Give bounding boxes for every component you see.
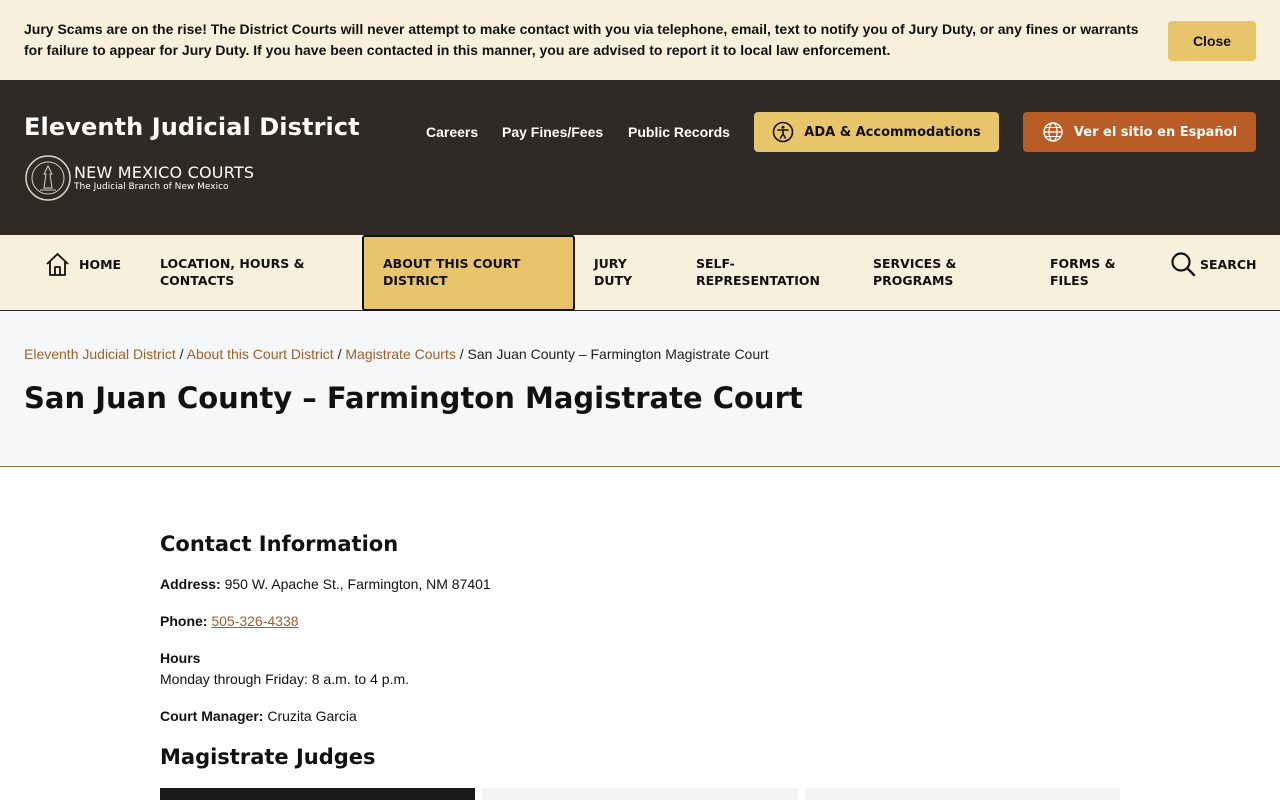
- nav-label-line: ABOUT THIS COURT: [383, 256, 521, 271]
- nav-label-line: CONTACTS: [160, 273, 235, 288]
- breadcrumb: Eleventh Judicial District / About this …: [24, 346, 769, 362]
- spanish-site-button[interactable]: Ver el sitio en Español: [1023, 112, 1256, 152]
- ada-label: ADA & Accommodations: [804, 124, 981, 140]
- breadcrumb-current: San Juan County – Farmington Magistrate …: [467, 346, 769, 362]
- ada-accommodations-button[interactable]: ADA & Accommodations: [754, 112, 999, 152]
- judge-card-photo[interactable]: [160, 788, 475, 800]
- accessibility-icon: [772, 121, 794, 143]
- search-button[interactable]: SEARCH: [1170, 251, 1256, 277]
- search-label: SEARCH: [1200, 256, 1257, 272]
- contact-heading: Contact Information: [160, 532, 399, 556]
- nav-forms-files[interactable]: FORMS & FILES: [1050, 255, 1116, 289]
- phone-label: Phone:: [160, 613, 208, 629]
- court-manager-line: Court Manager: Cruzita Garcia: [160, 706, 357, 727]
- breadcrumb-separator: /: [175, 346, 187, 362]
- nav-label-line: FILES: [1050, 273, 1089, 288]
- page-title: San Juan County – Farmington Magistrate …: [24, 381, 803, 415]
- nav-label-line: DISTRICT: [383, 273, 448, 288]
- nav-home[interactable]: HOME: [44, 251, 121, 278]
- hours-value: Monday through Friday: 8 a.m. to 4 p.m.: [160, 671, 410, 687]
- search-icon: [1171, 252, 1196, 277]
- judge-card[interactable]: [482, 788, 798, 800]
- globe-icon: [1043, 122, 1063, 142]
- address-value: 950 W. Apache St., Farmington, NM 87401: [220, 576, 491, 592]
- nav-label-line: REPRESENTATION: [696, 273, 821, 288]
- nav-label-line: SERVICES &: [873, 256, 957, 271]
- judge-card[interactable]: [805, 788, 1120, 800]
- address-label: Address:: [160, 576, 221, 592]
- breadcrumb-link-magistrate[interactable]: Magistrate Courts: [345, 346, 455, 362]
- home-icon: [46, 253, 69, 276]
- jury-scam-alert: Jury Scams are on the rise! The District…: [0, 0, 1280, 80]
- close-alert-button[interactable]: Close: [1168, 21, 1256, 61]
- nav-label-line: PROGRAMS: [873, 273, 954, 288]
- court-seal-icon: [25, 155, 71, 201]
- careers-link[interactable]: Careers: [426, 124, 478, 140]
- nav-label-line: LOCATION, HOURS &: [160, 256, 305, 271]
- hours-block: Hours Monday through Friday: 8 a.m. to 4…: [160, 648, 409, 690]
- address-line: Address: 950 W. Apache St., Farmington, …: [160, 574, 491, 595]
- nav-label-line: FORMS &: [1050, 256, 1116, 271]
- alert-message: Jury Scams are on the rise! The District…: [24, 21, 1139, 58]
- nav-label-line: JURY: [594, 256, 627, 271]
- nav-about-court-district[interactable]: ABOUT THIS COURT DISTRICT: [362, 235, 575, 311]
- manager-value: Cruzita Garcia: [263, 708, 357, 724]
- magistrate-judges-heading: Magistrate Judges: [160, 745, 376, 769]
- site-header: Eleventh Judicial District NEW MEXICO CO…: [0, 80, 1280, 235]
- breadcrumb-separator: /: [455, 346, 468, 362]
- breadcrumb-separator: /: [333, 346, 346, 362]
- nav-home-label: HOME: [79, 257, 122, 272]
- page-header: Eleventh Judicial District / About this …: [0, 311, 1280, 467]
- public-records-link[interactable]: Public Records: [628, 124, 730, 140]
- nav-location-hours-contacts[interactable]: LOCATION, HOURS & CONTACTS: [160, 255, 305, 289]
- phone-line: Phone: 505-326-4338: [160, 611, 299, 632]
- nm-courts-logo[interactable]: NEW MEXICO COURTS The Judicial Branch of…: [24, 154, 254, 202]
- breadcrumb-link-home[interactable]: Eleventh Judicial District: [24, 346, 176, 362]
- manager-label: Court Manager:: [160, 708, 264, 724]
- site-title[interactable]: Eleventh Judicial District: [24, 113, 360, 141]
- spanish-label: Ver el sitio en Español: [1073, 124, 1238, 140]
- nav-label-line: DUTY: [594, 273, 633, 288]
- pay-fines-link[interactable]: Pay Fines/Fees: [502, 124, 603, 140]
- main-nav: HOME LOCATION, HOURS & CONTACTS ABOUT TH…: [0, 235, 1280, 311]
- nav-jury-duty[interactable]: JURY DUTY: [594, 255, 632, 289]
- nav-self-representation[interactable]: SELF- REPRESENTATION: [696, 255, 820, 289]
- nav-services-programs[interactable]: SERVICES & PROGRAMS: [873, 255, 956, 289]
- hours-label: Hours: [160, 650, 201, 666]
- phone-link[interactable]: 505-326-4338: [211, 613, 298, 629]
- breadcrumb-link-about[interactable]: About this Court District: [187, 346, 334, 362]
- logo-sub-text: The Judicial Branch of New Mexico: [74, 182, 229, 192]
- nav-label-line: SELF-: [696, 256, 735, 271]
- logo-main-text: NEW MEXICO COURTS: [74, 163, 255, 182]
